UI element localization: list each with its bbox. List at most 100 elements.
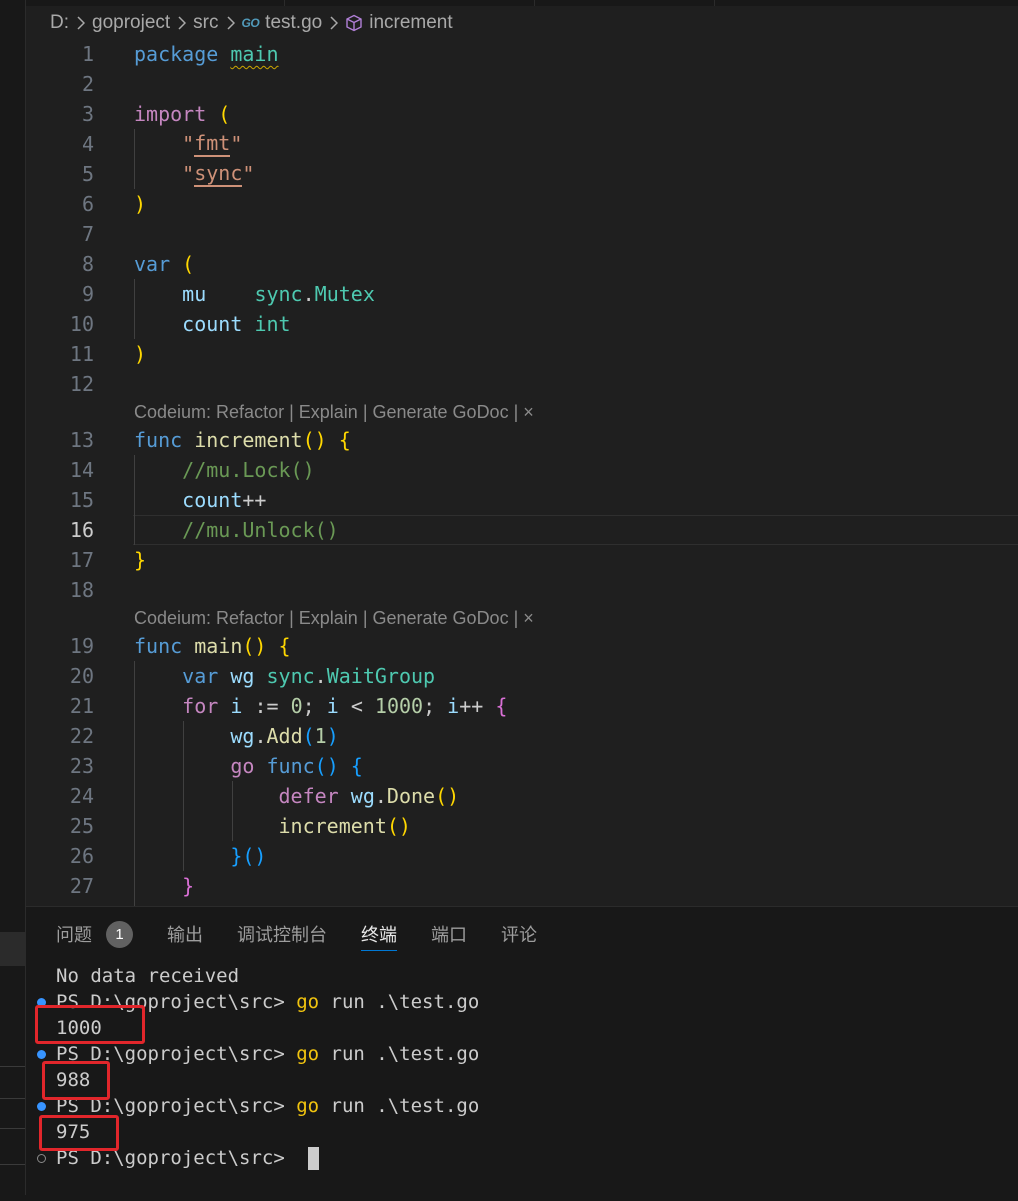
- indent-guide: [134, 279, 135, 339]
- sidebar-divider: [0, 1066, 25, 1067]
- bottom-panel: 问题 1 输出 调试控制台 终端 端口 评论 No data received …: [26, 906, 1018, 1196]
- code-line[interactable]: 15 count ++: [26, 485, 1018, 515]
- line-number: 10: [69, 312, 94, 336]
- line-number: 27: [69, 874, 94, 898]
- tab-ports[interactable]: 端口: [431, 907, 467, 961]
- codelens-explain[interactable]: Explain: [299, 402, 358, 423]
- code-line[interactable]: 21 for i := 0; i < 1000; i ++ {: [26, 691, 1018, 721]
- run-output-988: 988: [56, 1069, 91, 1091]
- line-number: 22: [69, 724, 94, 748]
- code-line[interactable]: 23 go func() {: [26, 751, 1018, 781]
- code-line[interactable]: 9 mu sync. Mutex: [26, 279, 1018, 309]
- terminal-line: No data received: [56, 965, 240, 987]
- codelens-refactor[interactable]: Refactor: [216, 608, 284, 629]
- line-number: 24: [69, 784, 94, 808]
- line-number: 19: [69, 634, 94, 658]
- code-line[interactable]: 8 var (: [26, 249, 1018, 279]
- tab-output[interactable]: 输出: [167, 907, 203, 961]
- problems-count-badge: 1: [106, 920, 133, 948]
- code-line[interactable]: 27 }: [26, 871, 1018, 901]
- line-number: 3: [81, 102, 94, 126]
- code-line[interactable]: 2: [26, 69, 1018, 99]
- codelens-close-icon[interactable]: ×: [523, 608, 534, 629]
- indent-guide: [183, 721, 184, 871]
- code-line[interactable]: 24 defer wg. Done(): [26, 781, 1018, 811]
- chevron-right-icon: [226, 16, 235, 30]
- import-link[interactable]: fmt: [194, 131, 231, 157]
- line-number: 13: [69, 428, 94, 452]
- codelens-refactor[interactable]: Refactor: [216, 402, 284, 423]
- tab-comments[interactable]: 评论: [501, 907, 537, 961]
- line-number: 8: [81, 252, 94, 276]
- indent-guide: [134, 455, 135, 545]
- tab-problems[interactable]: 问题 1: [56, 907, 133, 961]
- terminal-line: PS D:\goproject\src>: [26, 1145, 1018, 1171]
- line-number: 14: [69, 458, 94, 482]
- tab-debug-console[interactable]: 调试控制台: [237, 907, 327, 961]
- terminal-line: PS D:\goproject\src> go run .\test.go: [26, 1041, 1018, 1067]
- line-number: 9: [81, 282, 94, 306]
- terminal-line: 988: [26, 1067, 1018, 1093]
- codeium-codelens: Codeium: Refactor | Explain | Generate G…: [134, 607, 534, 629]
- code-line[interactable]: 4 " fmt ": [26, 129, 1018, 159]
- breadcrumb-symbol[interactable]: increment: [369, 12, 452, 34]
- code-editor[interactable]: D: goproject src GO test.go increment 1 …: [26, 0, 1018, 906]
- code-line[interactable]: 7: [26, 219, 1018, 249]
- terminal-line: 975: [26, 1119, 1018, 1145]
- terminal-cursor: [308, 1146, 320, 1170]
- codelens-explain[interactable]: Explain: [299, 608, 358, 629]
- breadcrumb-drive[interactable]: D:: [50, 12, 69, 34]
- code-line[interactable]: 18: [26, 575, 1018, 605]
- breadcrumb-file[interactable]: test.go: [265, 12, 322, 34]
- code-line[interactable]: 10 count int: [26, 309, 1018, 339]
- chevron-right-icon: [330, 16, 339, 30]
- code-lines[interactable]: 1 package main 2 3 import ( 4 " fmt " 5 " s…: [26, 39, 1018, 901]
- import-link[interactable]: sync: [194, 161, 243, 187]
- codelens-generate-godoc[interactable]: Generate GoDoc: [373, 608, 509, 629]
- code-line[interactable]: 11 ): [26, 339, 1018, 369]
- code-line[interactable]: 14 //mu.Lock(): [26, 455, 1018, 485]
- code-line[interactable]: 26 }(): [26, 841, 1018, 871]
- run-output-1000: 1000: [56, 1017, 102, 1039]
- command-success-icon[interactable]: [37, 997, 46, 1007]
- code-line[interactable]: 13 func increment() {: [26, 425, 1018, 455]
- tab-terminal[interactable]: 终端: [361, 907, 397, 961]
- code-line[interactable]: 25 increment(): [26, 811, 1018, 841]
- status-bar-edge: [0, 1195, 1018, 1201]
- activity-bar-edge: [0, 0, 26, 1201]
- code-line[interactable]: 5 " sync ": [26, 159, 1018, 189]
- command-success-icon[interactable]: [37, 1049, 46, 1059]
- warning-squiggle[interactable]: main: [230, 42, 278, 66]
- terminal-line: PS D:\goproject\src> go run .\test.go: [26, 1093, 1018, 1119]
- codelens-generate-godoc[interactable]: Generate GoDoc: [373, 402, 509, 423]
- code-line[interactable]: 6 ): [26, 189, 1018, 219]
- tab-strip-edge: [26, 0, 1018, 6]
- code-line[interactable]: 3 import (: [26, 99, 1018, 129]
- code-line[interactable]: 1 package main: [26, 39, 1018, 69]
- line-number: 11: [69, 342, 94, 366]
- code-line[interactable]: 17 }: [26, 545, 1018, 575]
- breadcrumb-folder-goproject[interactable]: goproject: [92, 12, 170, 34]
- run-output-975: 975: [56, 1121, 91, 1143]
- sidebar-selected-marker: [0, 932, 25, 966]
- code-line[interactable]: 19 func main() {: [26, 631, 1018, 661]
- terminal-line: 1000: [26, 1015, 1018, 1041]
- line-number: 18: [69, 578, 94, 602]
- code-line-current[interactable]: 16 //mu.Unlock(): [26, 515, 1018, 545]
- line-number: 25: [69, 814, 94, 838]
- sidebar-divider: [0, 1164, 25, 1165]
- line-number: 12: [69, 372, 94, 396]
- line-number: 7: [81, 222, 94, 246]
- indent-guide: [134, 661, 135, 906]
- code-line[interactable]: 20 var wg sync. WaitGroup: [26, 661, 1018, 691]
- code-line[interactable]: 12: [26, 369, 1018, 399]
- line-number: 21: [69, 694, 94, 718]
- terminal-output[interactable]: No data received PS D:\goproject\src> go…: [26, 963, 1018, 1171]
- chevron-right-icon: [77, 16, 85, 30]
- panel-tabs: 问题 1 输出 调试控制台 终端 端口 评论: [56, 907, 571, 961]
- breadcrumb-folder-src[interactable]: src: [193, 12, 218, 34]
- command-idle-icon[interactable]: [37, 1153, 46, 1163]
- code-line[interactable]: 22 wg. Add(1): [26, 721, 1018, 751]
- command-success-icon[interactable]: [37, 1101, 46, 1111]
- codelens-close-icon[interactable]: ×: [523, 402, 534, 423]
